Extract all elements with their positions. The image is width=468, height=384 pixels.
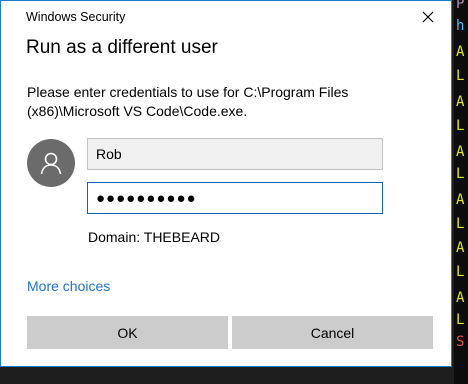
credential-message: Please enter credentials to use for C:\P…	[27, 84, 349, 119]
terminal-char: A	[456, 240, 465, 256]
password-mask: ●●●●●●●●●●	[96, 189, 197, 207]
terminal-char: A	[456, 192, 465, 208]
cancel-button[interactable]: Cancel	[232, 316, 433, 349]
terminal-char: L	[456, 216, 465, 232]
background-terminal: P h A L A L A L A L A L A L S	[454, 0, 468, 384]
username-field[interactable]: Rob	[87, 138, 383, 170]
ok-button[interactable]: OK	[27, 316, 228, 349]
password-field[interactable]: ●●●●●●●●●●	[87, 182, 383, 214]
terminal-char: L	[456, 264, 465, 280]
terminal-char: L	[456, 312, 465, 328]
terminal-char: L	[456, 68, 465, 84]
close-icon	[422, 11, 434, 23]
avatar	[27, 139, 75, 187]
terminal-char: A	[456, 144, 465, 160]
terminal-char: S	[456, 334, 465, 350]
more-choices-link[interactable]: More choices	[27, 278, 110, 294]
title-bar[interactable]: Windows Security	[1, 1, 451, 31]
terminal-char: A	[456, 44, 465, 60]
terminal-char: L	[456, 118, 465, 134]
username-value: Rob	[96, 146, 122, 162]
domain-label: Domain: THEBEARD	[88, 229, 221, 245]
terminal-char: h	[456, 18, 465, 34]
window-title: Windows Security	[26, 10, 126, 24]
terminal-char: L	[456, 166, 465, 182]
dialog-heading: Run as a different user	[26, 37, 218, 58]
terminal-char: A	[456, 290, 465, 306]
close-button[interactable]	[405, 1, 451, 33]
terminal-char: A	[456, 94, 465, 110]
user-avatar-icon	[40, 152, 62, 175]
terminal-char: P	[456, 0, 465, 12]
credential-dialog: Windows Security Run as a different user…	[0, 0, 452, 367]
